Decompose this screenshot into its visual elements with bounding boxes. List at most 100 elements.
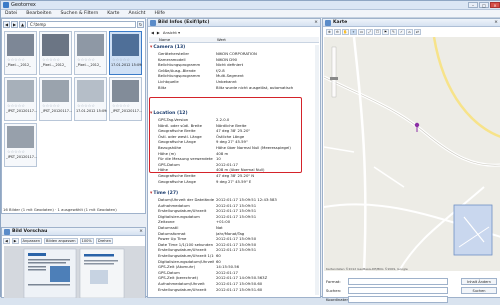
map-tool-button[interactable]: ☐ (374, 29, 381, 35)
metadata-key: Kameramodell (158, 56, 186, 62)
menu-datei[interactable]: Datei (5, 10, 17, 17)
rating-stars[interactable]: ☆☆☆☆☆ (77, 103, 95, 108)
metadata-scrollbar[interactable] (315, 45, 319, 295)
metadata-value: Multi-Segment (216, 73, 244, 79)
metadata-key: GPS-Zeit (Atomuhr) (158, 264, 196, 270)
thumbnail-image (7, 34, 34, 56)
metadata-value: +01:00 (216, 219, 231, 225)
metadata-value: 9 deg 27' 45.59" E (216, 178, 252, 184)
minimize-button[interactable]: – (468, 2, 478, 8)
metadata-value: 2012:01:17 15:09:50 (216, 241, 257, 247)
column-name[interactable]: Name (159, 37, 170, 42)
metadata-value: 2012:01:17 (216, 269, 238, 275)
metadata-key: Belichtungsprogramm (158, 62, 201, 68)
thumbnail-image (7, 126, 34, 148)
menu-karte[interactable]: Karte (107, 10, 119, 17)
metadata-tool-button[interactable]: ◀ (151, 30, 154, 35)
refresh-icon[interactable]: ↻ (137, 20, 144, 28)
metadata-key: Größe/Ausg.-Blende (158, 67, 196, 73)
thumbnail[interactable]: ☆☆☆☆☆ _Pixel..._2012_ (4, 31, 37, 75)
metadata-value: 60 (216, 258, 221, 264)
maximize-button[interactable]: □ (479, 2, 489, 8)
back-button[interactable]: ◀ (3, 20, 10, 28)
preview-tool-button[interactable]: 100% (79, 238, 94, 244)
form-label: Koordinaten: (326, 297, 351, 302)
metadata-value: Unbekannt (216, 79, 237, 84)
metadata-value: 2012:01:17 14:09:50.563Z (216, 275, 268, 281)
form-label: Suchen: (326, 288, 342, 293)
thumbnail[interactable]: ☆☆☆☆☆ _IPST_20120117... (109, 77, 142, 121)
rating-stars[interactable]: ☆☆☆☆☆ (42, 57, 60, 62)
thumbnail[interactable]: ☆☆☆☆☆17.01.2012 15:09:51 (74, 77, 107, 121)
map-tool-button[interactable]: ⊕ (326, 29, 333, 35)
menu-bearbeiten[interactable]: Bearbeiten (26, 10, 51, 17)
map-icon (325, 20, 331, 26)
metadata-key: Geografische Breite (158, 173, 196, 178)
form-field[interactable] (348, 287, 448, 294)
rating-stars[interactable]: ☆☆☆☆☆ (7, 103, 25, 108)
map-view[interactable] (324, 37, 500, 271)
form-button[interactable]: Suchen (461, 287, 497, 294)
map-tool-button[interactable]: ⤢ (366, 29, 373, 35)
rating-stars[interactable]: ☆☆☆☆☆ (7, 57, 25, 62)
close-icon[interactable]: × (314, 19, 318, 27)
metadata-toolbar: ◀ ▶ Ansicht ▾ (149, 28, 319, 36)
thumbnail[interactable]: ☆☆☆☆☆ _IPST_20120117... (4, 77, 37, 121)
metadata-value: Jahr/Monat/Tag (216, 230, 245, 236)
metadata-key: Datumsformat (158, 230, 186, 236)
map-tool-button[interactable]: ⊖ (334, 29, 341, 35)
thumbnail-label: _IPST_20120117... (6, 109, 37, 113)
path-input[interactable]: C:\temp (27, 20, 136, 28)
map-tool-button[interactable]: ✋ (342, 29, 349, 35)
metadata-tool-button[interactable]: Ansicht ▾ (163, 30, 180, 35)
up-button[interactable]: ▲ (19, 20, 26, 28)
rating-stars[interactable]: ☆☆☆☆☆ (42, 103, 60, 108)
preview-tool-button[interactable]: Bilden anpassen (43, 238, 78, 244)
close-button[interactable]: × (490, 2, 500, 8)
map-tool-button[interactable]: ⇄ (414, 29, 421, 35)
rating-stars[interactable]: ☆☆☆☆☆ (7, 149, 25, 154)
thumbnail[interactable]: ☆☆☆☆☆ _Pixel..._2012_ (39, 31, 72, 75)
thumbnail-image (77, 34, 104, 56)
metadata-key: Erstellungsdatum/Uhrzeit 1/100 Sekun. (158, 253, 214, 258)
thumbnail[interactable]: ☆☆☆☆☆ _Pixel..._2012_ (74, 31, 107, 75)
metadata-key: Zeitzone (158, 219, 175, 225)
browser-status: 16 Bilder (1 mit Geodaten) · 1 ausgewähl… (3, 207, 117, 212)
preview-tool-button[interactable]: ▶ (11, 238, 19, 244)
metadata-tool-button[interactable]: ▶ (157, 30, 160, 35)
menu-suchen[interactable]: Suchen & Filtern (61, 10, 99, 17)
form-button[interactable]: Inhalt Ändern (461, 278, 497, 285)
rating-stars[interactable]: ☆☆☆☆☆ (77, 57, 95, 62)
section-header[interactable]: Time (27) (150, 191, 178, 196)
map-form: Format: Inhalt Ändern Suchen: Suchen Koordin… (326, 278, 497, 305)
preview-panel: Bild Vorschau × ◀ ▶ Anpassen Bilden anpassen… (1, 227, 146, 298)
metadata-key: Power Up Time (158, 236, 187, 242)
map-tool-button[interactable]: ⌂ (406, 29, 413, 35)
map-tool-button[interactable]: ▭ (358, 29, 365, 35)
menu-ansicht[interactable]: Ansicht (129, 10, 146, 17)
form-field[interactable] (348, 296, 448, 303)
thumbnail[interactable]: ☆☆☆☆☆ _IPST_20120117... (4, 123, 37, 167)
preview-tool-button[interactable]: Drehen (95, 238, 113, 244)
preview-toolbar: ◀ ▶ Anpassen Bilden anpassen 100% Drehen (3, 237, 144, 245)
map-tool-button[interactable]: ⌖ (350, 29, 357, 35)
thumbnail[interactable]: ☆☆☆☆☆17.01.2012 15:09:51 (109, 31, 142, 75)
rating-stars[interactable]: ☆☆☆☆☆ (112, 57, 130, 62)
forward-button[interactable]: ▶ (11, 20, 18, 28)
close-icon[interactable]: × (494, 19, 498, 27)
form-field[interactable] (348, 278, 448, 285)
preview-tool-button[interactable]: Anpassen (20, 238, 42, 244)
menu-hilfe[interactable]: Hilfe (154, 10, 164, 17)
map-toolbar: ⊕ ⊖ ✋ ⌖ ▭ ⤢ ☐ ⚑ ✎ ✓ ⌂ ⇄ (324, 28, 499, 36)
map-tool-button[interactable]: ✎ (390, 29, 397, 35)
thumbnail[interactable]: ☆☆☆☆☆ _IPST_20120117... (39, 77, 72, 121)
rating-stars[interactable]: ☆☆☆☆☆ (112, 103, 130, 108)
section-header[interactable]: Camera (13) (150, 45, 185, 50)
close-icon[interactable]: × (139, 228, 143, 236)
map-tool-button[interactable]: ⚑ (382, 29, 389, 35)
preview-title: Bild Vorschau × (2, 228, 145, 236)
preview-tool-button[interactable]: ◀ (3, 238, 10, 244)
metadata-value: Nicht definiert (216, 62, 244, 68)
column-value[interactable]: Wert (217, 37, 226, 42)
map-tool-button[interactable]: ✓ (398, 29, 405, 35)
